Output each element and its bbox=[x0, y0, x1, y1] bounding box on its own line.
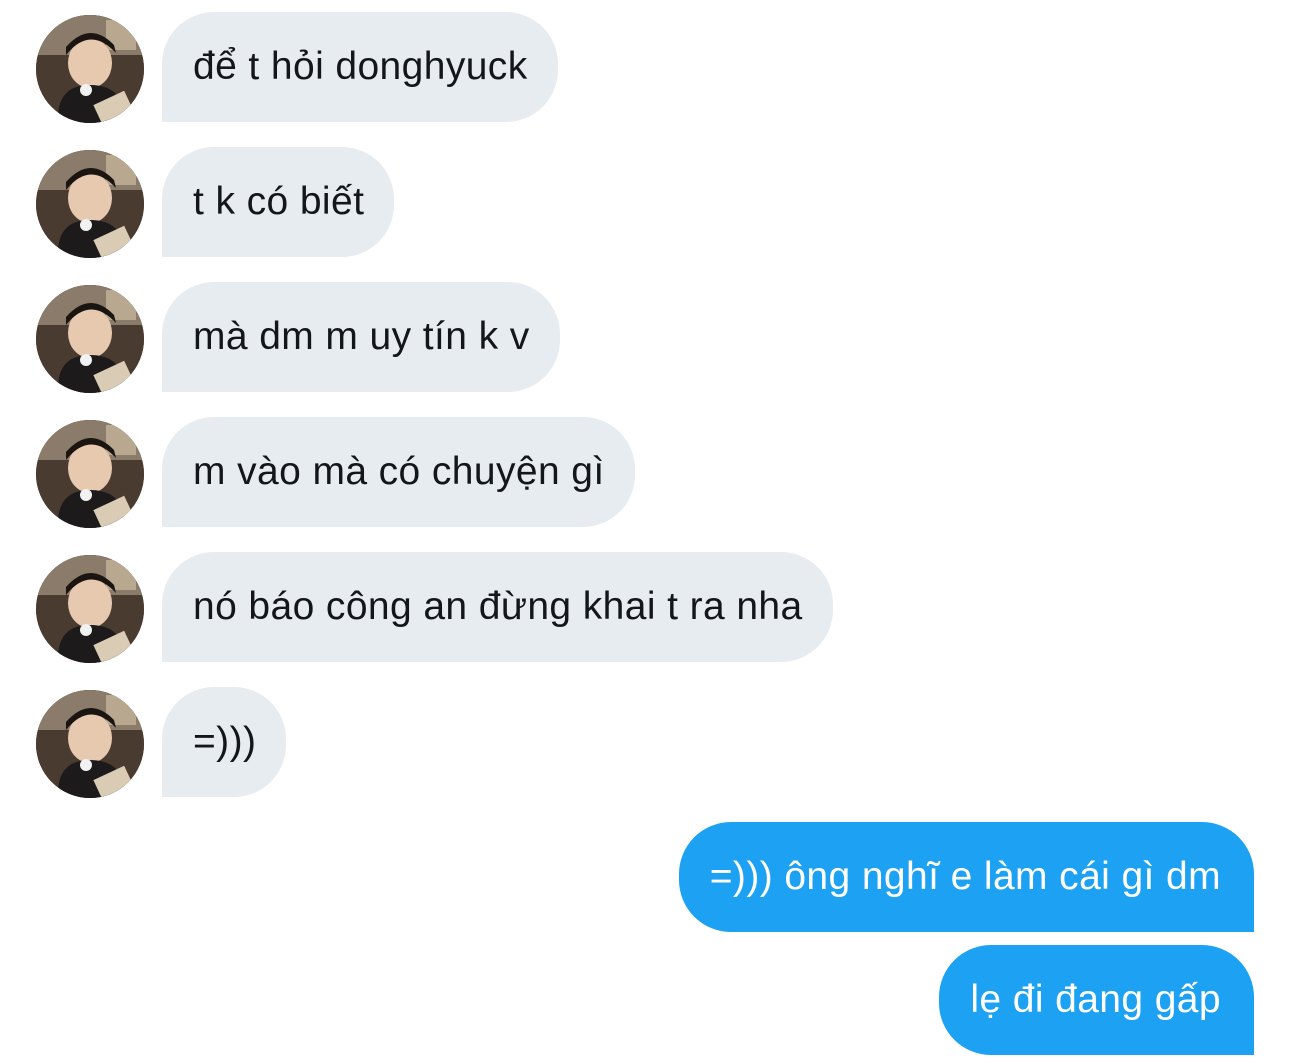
message-text: =))) ông nghĩ e làm cái gì dm bbox=[709, 855, 1221, 898]
message-text: t k có biết bbox=[193, 180, 365, 223]
avatar-photo-icon bbox=[36, 420, 144, 528]
message-text: nó báo công an đừng khai t ra nha bbox=[193, 585, 803, 628]
message-thread: để t hỏi donghyuck t k có biết mà dm m u… bbox=[0, 0, 1290, 1063]
outgoing-message-bubble[interactable]: lẹ đi đang gấp bbox=[939, 945, 1254, 1055]
sender-avatar[interactable] bbox=[36, 555, 144, 663]
message-row-incoming: =))) bbox=[0, 675, 1290, 798]
avatar-photo-icon bbox=[36, 150, 144, 258]
message-row-incoming: m vào mà có chuyện gì bbox=[0, 405, 1290, 528]
avatar-photo-icon bbox=[36, 285, 144, 393]
message-row-incoming: mà dm m uy tín k v bbox=[0, 270, 1290, 393]
incoming-message-bubble[interactable]: nó báo công an đừng khai t ra nha bbox=[162, 552, 833, 662]
message-text: để t hỏi donghyuck bbox=[193, 45, 528, 88]
sender-avatar[interactable] bbox=[36, 690, 144, 798]
message-row-incoming: để t hỏi donghyuck bbox=[0, 0, 1290, 123]
incoming-message-bubble[interactable]: =))) bbox=[162, 687, 287, 797]
message-text: lẹ đi đang gấp bbox=[970, 978, 1221, 1021]
sender-avatar[interactable] bbox=[36, 420, 144, 528]
message-row-incoming: nó báo công an đừng khai t ra nha bbox=[0, 540, 1290, 663]
sender-avatar[interactable] bbox=[36, 150, 144, 258]
avatar-photo-icon bbox=[36, 555, 144, 663]
sender-avatar[interactable] bbox=[36, 285, 144, 393]
message-text: m vào mà có chuyện gì bbox=[193, 450, 605, 493]
incoming-message-bubble[interactable]: m vào mà có chuyện gì bbox=[162, 417, 635, 527]
message-row-outgoing: lẹ đi đang gấp bbox=[0, 933, 1290, 1055]
incoming-message-bubble[interactable]: mà dm m uy tín k v bbox=[162, 282, 560, 392]
sender-avatar[interactable] bbox=[36, 15, 144, 123]
outgoing-message-bubble[interactable]: =))) ông nghĩ e làm cái gì dm bbox=[678, 822, 1254, 932]
avatar-photo-icon bbox=[36, 690, 144, 798]
message-row-outgoing: =))) ông nghĩ e làm cái gì dm bbox=[0, 810, 1290, 932]
message-row-incoming: t k có biết bbox=[0, 135, 1290, 258]
message-text: mà dm m uy tín k v bbox=[193, 315, 530, 358]
message-text: =))) bbox=[193, 720, 257, 763]
avatar-photo-icon bbox=[36, 15, 144, 123]
incoming-message-bubble[interactable]: t k có biết bbox=[162, 147, 395, 257]
incoming-message-bubble[interactable]: để t hỏi donghyuck bbox=[162, 12, 558, 122]
